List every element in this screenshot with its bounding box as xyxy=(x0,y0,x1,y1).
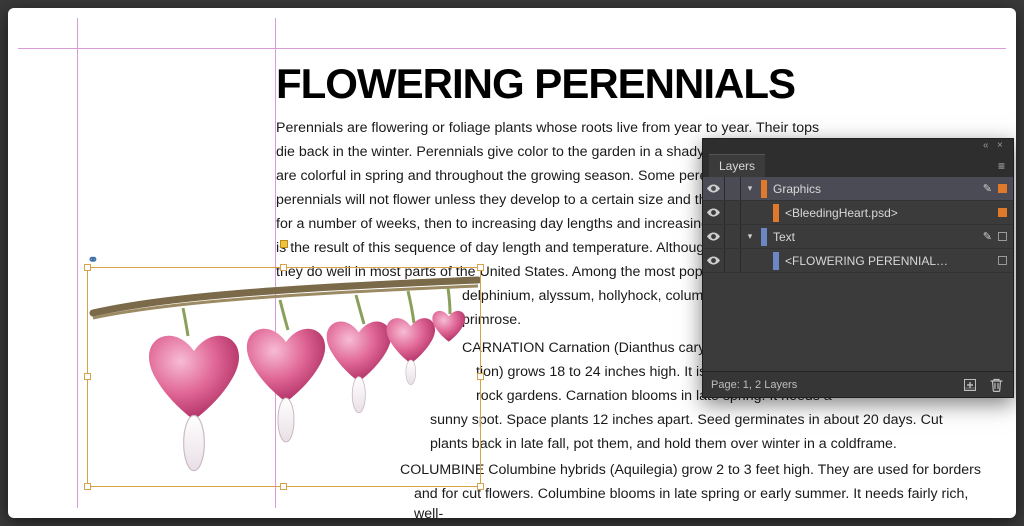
layer-row-graphics-item[interactable]: <BleedingHeart.psd> xyxy=(703,201,1013,225)
layer-content[interactable]: <BleedingHeart.psd> xyxy=(741,204,1013,222)
selection-square-icon[interactable] xyxy=(998,208,1007,217)
resize-handle[interactable] xyxy=(477,264,484,271)
selection-square-icon[interactable] xyxy=(998,256,1007,265)
layer-color-chip xyxy=(773,204,779,222)
resize-handle[interactable] xyxy=(280,264,287,271)
layers-panel[interactable]: « × Layers ≡ ▾ Graphics xyxy=(702,138,1014,398)
layer-content[interactable]: ▾ Graphics ✎ xyxy=(741,180,1013,198)
layer-row-text-item[interactable]: <FLOWERING PERENNIALSPerennials …> xyxy=(703,249,1013,273)
layer-list: ▾ Graphics ✎ xyxy=(703,177,1013,371)
lock-column[interactable] xyxy=(725,225,741,248)
panel-status: Page: 1, 2 Layers xyxy=(711,379,953,391)
eye-icon xyxy=(707,208,720,217)
paragraph-line: and for cut flowers. Columbine blooms in… xyxy=(276,484,996,518)
resize-handle[interactable] xyxy=(280,483,287,490)
lock-column[interactable] xyxy=(725,177,741,200)
panel-titlebar[interactable]: « × xyxy=(703,139,1013,153)
lock-column[interactable] xyxy=(725,249,741,272)
layer-color-chip xyxy=(761,180,767,198)
new-page-icon xyxy=(963,378,977,392)
new-layer-button[interactable] xyxy=(961,376,979,394)
visibility-toggle[interactable] xyxy=(703,177,725,200)
layer-color-chip xyxy=(761,228,767,246)
app-window: FLOWERING PERENNIALS Perennials are flow… xyxy=(8,8,1016,518)
pen-icon: ✎ xyxy=(983,230,992,243)
visibility-toggle[interactable] xyxy=(703,201,725,224)
margin-guide-top xyxy=(18,48,1006,49)
eye-icon xyxy=(707,184,720,193)
paragraph-line: Perennials are flowering or foliage plan… xyxy=(276,118,996,138)
trash-icon xyxy=(990,378,1003,392)
margin-guide-left xyxy=(77,18,78,508)
delete-layer-button[interactable] xyxy=(987,376,1005,394)
panel-menu-icon[interactable]: ≡ xyxy=(990,155,1013,177)
eye-icon xyxy=(707,232,720,241)
layer-color-chip xyxy=(773,252,779,270)
visibility-toggle[interactable] xyxy=(703,225,725,248)
resize-handle[interactable] xyxy=(84,264,91,271)
layer-label: Text xyxy=(773,230,795,244)
panel-close-icon[interactable]: × xyxy=(997,141,1007,151)
layer-row-graphics[interactable]: ▾ Graphics ✎ xyxy=(703,177,1013,201)
eye-icon xyxy=(707,256,720,265)
resize-handle[interactable] xyxy=(477,483,484,490)
layer-label: Graphics xyxy=(773,182,821,196)
panel-tabs: Layers ≡ xyxy=(703,153,1013,177)
layer-content[interactable]: <FLOWERING PERENNIALSPerennials …> xyxy=(741,252,1013,270)
layer-label: <FLOWERING PERENNIALSPerennials …> xyxy=(785,254,955,268)
disclosure-triangle-icon[interactable]: ▾ xyxy=(745,231,755,242)
selection-square-icon[interactable] xyxy=(998,184,1007,193)
resize-handle[interactable] xyxy=(84,483,91,490)
panel-footer: Page: 1, 2 Layers xyxy=(703,371,1013,397)
content-grabber[interactable] xyxy=(280,240,288,248)
selection-square-icon[interactable] xyxy=(998,232,1007,241)
image-selection-frame[interactable]: ⚭ xyxy=(87,267,481,487)
tab-layers[interactable]: Layers xyxy=(709,154,765,177)
layer-content[interactable]: ▾ Text ✎ xyxy=(741,228,1013,246)
pen-icon: ✎ xyxy=(983,182,992,195)
resize-handle[interactable] xyxy=(84,373,91,380)
layer-row-text[interactable]: ▾ Text ✎ xyxy=(703,225,1013,249)
disclosure-triangle-icon[interactable]: ▾ xyxy=(745,183,755,194)
page-title: FLOWERING PERENNIALS xyxy=(276,60,795,108)
panel-collapse-icon[interactable]: « xyxy=(983,141,993,151)
visibility-toggle[interactable] xyxy=(703,249,725,272)
document-canvas[interactable]: FLOWERING PERENNIALS Perennials are flow… xyxy=(18,18,1006,508)
lock-column[interactable] xyxy=(725,201,741,224)
resize-handle[interactable] xyxy=(477,373,484,380)
layer-label: <BleedingHeart.psd> xyxy=(785,206,898,220)
